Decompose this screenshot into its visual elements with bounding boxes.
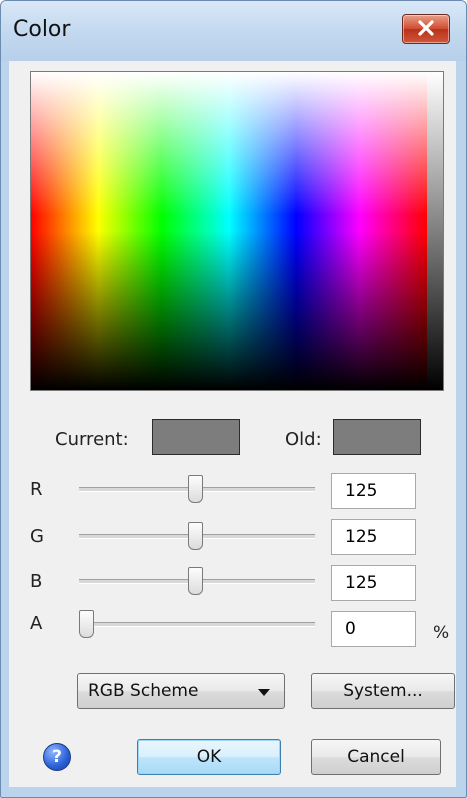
cancel-button[interactable]: Cancel	[311, 739, 441, 775]
alpha-slider-track[interactable]	[79, 622, 315, 627]
ok-button[interactable]: OK	[137, 739, 281, 775]
blue-slider-thumb[interactable]	[187, 567, 203, 595]
color-scheme-value: RGB Scheme	[88, 681, 199, 701]
alpha-slider-thumb[interactable]	[79, 610, 94, 638]
alpha-label: A	[30, 613, 43, 634]
help-icon[interactable]: ?	[43, 743, 71, 771]
green-value-input[interactable]: 125	[331, 519, 416, 555]
red-label: R	[30, 479, 43, 500]
chevron-down-icon	[258, 689, 270, 696]
hue-saturation-field[interactable]	[31, 72, 427, 390]
color-scheme-dropdown[interactable]: RGB Scheme	[77, 673, 285, 709]
alpha-unit: %	[433, 623, 450, 643]
window-title: Color	[13, 17, 71, 42]
close-button[interactable]	[402, 14, 450, 44]
current-color-swatch	[152, 419, 240, 455]
green-slider-thumb[interactable]	[187, 522, 203, 550]
alpha-value-input[interactable]: 0	[331, 611, 416, 647]
dialog-content: Current: Old: R 125 G 125 B 125 A 0 % RG…	[9, 61, 456, 787]
system-button[interactable]: System...	[311, 673, 455, 709]
current-label: Current:	[55, 429, 129, 450]
luminance-bar[interactable]	[427, 72, 443, 390]
old-color-swatch	[333, 419, 421, 455]
red-value-input[interactable]: 125	[331, 473, 416, 509]
blue-value-input[interactable]: 125	[331, 565, 416, 601]
close-icon	[418, 20, 434, 36]
old-label: Old:	[285, 429, 322, 450]
red-slider-thumb[interactable]	[187, 475, 203, 503]
color-dialog: Color Current: Old: R 125 G 125 B 125 A …	[0, 0, 467, 798]
blue-label: B	[30, 571, 43, 592]
color-spectrum[interactable]	[30, 71, 444, 391]
green-label: G	[30, 526, 44, 547]
title-bar[interactable]: Color	[1, 1, 466, 61]
